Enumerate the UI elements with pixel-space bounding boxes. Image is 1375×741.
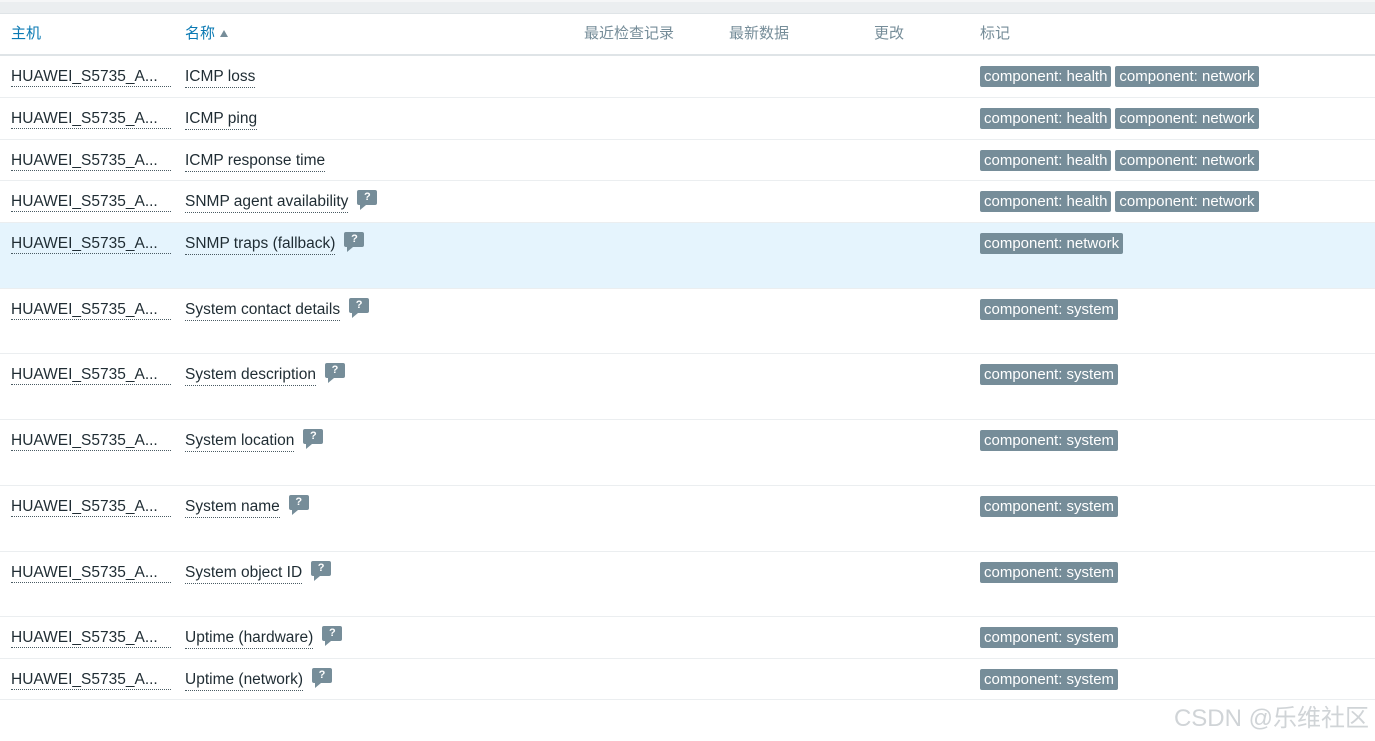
tag-badge[interactable]: component: health [980, 150, 1112, 171]
tag-badge[interactable]: component: system [980, 430, 1119, 451]
item-name-link[interactable]: System location [185, 430, 295, 452]
tag-badge[interactable]: component: system [980, 299, 1119, 320]
tag-list: component: system [980, 496, 1119, 517]
host-link[interactable]: HUAWEI_S5735_A... [11, 496, 171, 517]
tag-list: component: system [980, 430, 1119, 451]
item-name-link[interactable]: ICMP response time [185, 150, 326, 172]
column-header-name-label: 名称 [185, 25, 216, 42]
host-link[interactable]: HUAWEI_S5735_A... [11, 191, 171, 212]
host-link[interactable]: HUAWEI_S5735_A... [11, 430, 171, 451]
help-hint-icon[interactable]: ? [324, 362, 345, 383]
table-row: HUAWEI_S5735_A... System object ID? compon… [0, 552, 1375, 617]
tag-list: component: system [980, 627, 1119, 648]
item-name-link[interactable]: System description [185, 364, 316, 386]
tag-badge[interactable]: component: health [980, 66, 1112, 87]
item-name-link[interactable]: Uptime (hardware) [185, 627, 314, 649]
column-header-name[interactable]: 名称 [185, 14, 229, 54]
tag-list: component: health component: network [980, 150, 1259, 171]
help-hint-icon[interactable]: ? [349, 297, 370, 318]
item-name-link[interactable]: System name [185, 496, 280, 518]
column-header-change: 更改 [874, 25, 905, 42]
table-row: HUAWEI_S5735_A... Uptime (hardware)? compo… [0, 617, 1375, 659]
table-row: HUAWEI_S5735_A... ICMP ping component: hea… [0, 98, 1375, 140]
tag-badge[interactable]: component: network [1115, 150, 1259, 171]
host-link[interactable]: HUAWEI_S5735_A... [11, 233, 171, 254]
tag-badge[interactable]: component: system [980, 669, 1119, 690]
tag-badge[interactable]: component: health [980, 108, 1112, 129]
tag-list: component: system [980, 299, 1119, 320]
help-hint-icon[interactable]: ? [322, 625, 343, 646]
host-link[interactable]: HUAWEI_S5735_A... [11, 627, 171, 648]
tag-badge[interactable]: component: network [1115, 108, 1259, 129]
table-row: HUAWEI_S5735_A... System name? component: … [0, 486, 1375, 552]
tag-list: component: health component: network [980, 66, 1259, 87]
table-row: HUAWEI_S5735_A... System contact details?… [0, 289, 1375, 354]
tag-badge[interactable]: component: network [980, 233, 1124, 254]
item-name-cell: SNMP traps (fallback)? [185, 231, 365, 255]
tag-badge[interactable]: component: network [1115, 66, 1259, 87]
host-link[interactable]: HUAWEI_S5735_A... [11, 669, 171, 690]
item-name-cell: ICMP loss [185, 66, 256, 88]
item-name-cell: System object ID? [185, 560, 332, 584]
host-link[interactable]: HUAWEI_S5735_A... [11, 108, 171, 129]
item-name-cell: ICMP ping [185, 108, 258, 130]
help-hint-icon[interactable]: ? [311, 560, 332, 581]
tag-list: component: system [980, 669, 1119, 690]
sort-ascending-icon [220, 30, 229, 37]
item-name-cell: System name? [185, 494, 309, 518]
table-row: HUAWEI_S5735_A... SNMP agent availability… [0, 181, 1375, 223]
tag-badge[interactable]: component: health [980, 191, 1112, 212]
tag-list: component: health component: network [980, 108, 1259, 129]
table-header: 主机 名称 最近检查记录 最新数据 更改 标记 [0, 14, 1375, 56]
item-name-link[interactable]: ICMP ping [185, 108, 258, 130]
item-name-cell: System description? [185, 362, 345, 386]
host-link[interactable]: HUAWEI_S5735_A... [11, 562, 171, 583]
table-row: HUAWEI_S5735_A... ICMP response time compo… [0, 140, 1375, 181]
help-hint-icon[interactable]: ? [357, 189, 378, 210]
item-name-cell: System location? [185, 428, 324, 452]
help-hint-icon[interactable]: ? [344, 231, 365, 252]
watermark: CSDN @乐维社区 [1173, 705, 1369, 732]
tag-badge[interactable]: component: network [1115, 191, 1259, 212]
item-name-link[interactable]: ICMP loss [185, 66, 256, 88]
column-header-last-check: 最近检查记录 [584, 25, 675, 42]
item-name-cell: SNMP agent availability? [185, 189, 378, 213]
help-hint-icon[interactable]: ? [303, 428, 324, 449]
column-header-tags: 标记 [980, 25, 1011, 42]
tag-badge[interactable]: component: system [980, 364, 1119, 385]
item-name-link[interactable]: SNMP traps (fallback) [185, 233, 336, 255]
column-header-latest-data: 最新数据 [729, 25, 790, 42]
host-link[interactable]: HUAWEI_S5735_A... [11, 364, 171, 385]
help-hint-icon[interactable]: ? [312, 667, 332, 688]
tag-badge[interactable]: component: system [980, 496, 1119, 517]
item-name-cell: ICMP response time [185, 150, 326, 172]
item-name-link[interactable]: System contact details [185, 299, 341, 321]
tag-list: component: health component: network [980, 191, 1259, 212]
item-name-cell: Uptime (network)? [185, 667, 332, 691]
tag-badge[interactable]: component: system [980, 627, 1119, 648]
host-link[interactable]: HUAWEI_S5735_A... [11, 299, 171, 320]
tag-list: component: system [980, 562, 1119, 583]
tag-badge[interactable]: component: system [980, 562, 1119, 583]
help-hint-icon[interactable]: ? [288, 494, 309, 515]
item-name-link[interactable]: System object ID [185, 562, 303, 584]
tag-list: component: network [980, 233, 1124, 254]
item-name-cell: System contact details? [185, 297, 370, 321]
column-header-host[interactable]: 主机 [11, 14, 41, 54]
host-link[interactable]: HUAWEI_S5735_A... [11, 66, 171, 87]
top-toolbar-strip [0, 0, 1375, 14]
table-row: HUAWEI_S5735_A... SNMP traps (fallback)? c… [0, 223, 1375, 289]
table-row: HUAWEI_S5735_A... Uptime (network)? compon… [0, 659, 1375, 700]
item-name-link[interactable]: Uptime (network) [185, 669, 303, 691]
item-name-link[interactable]: SNMP agent availability [185, 191, 349, 213]
table-row: HUAWEI_S5735_A... ICMP loss component: hea… [0, 56, 1375, 98]
tag-list: component: system [980, 364, 1119, 385]
table-row: HUAWEI_S5735_A... System location? compone… [0, 420, 1375, 486]
table-row: HUAWEI_S5735_A... System description? comp… [0, 354, 1375, 420]
item-name-cell: Uptime (hardware)? [185, 625, 343, 649]
host-link[interactable]: HUAWEI_S5735_A... [11, 150, 171, 171]
